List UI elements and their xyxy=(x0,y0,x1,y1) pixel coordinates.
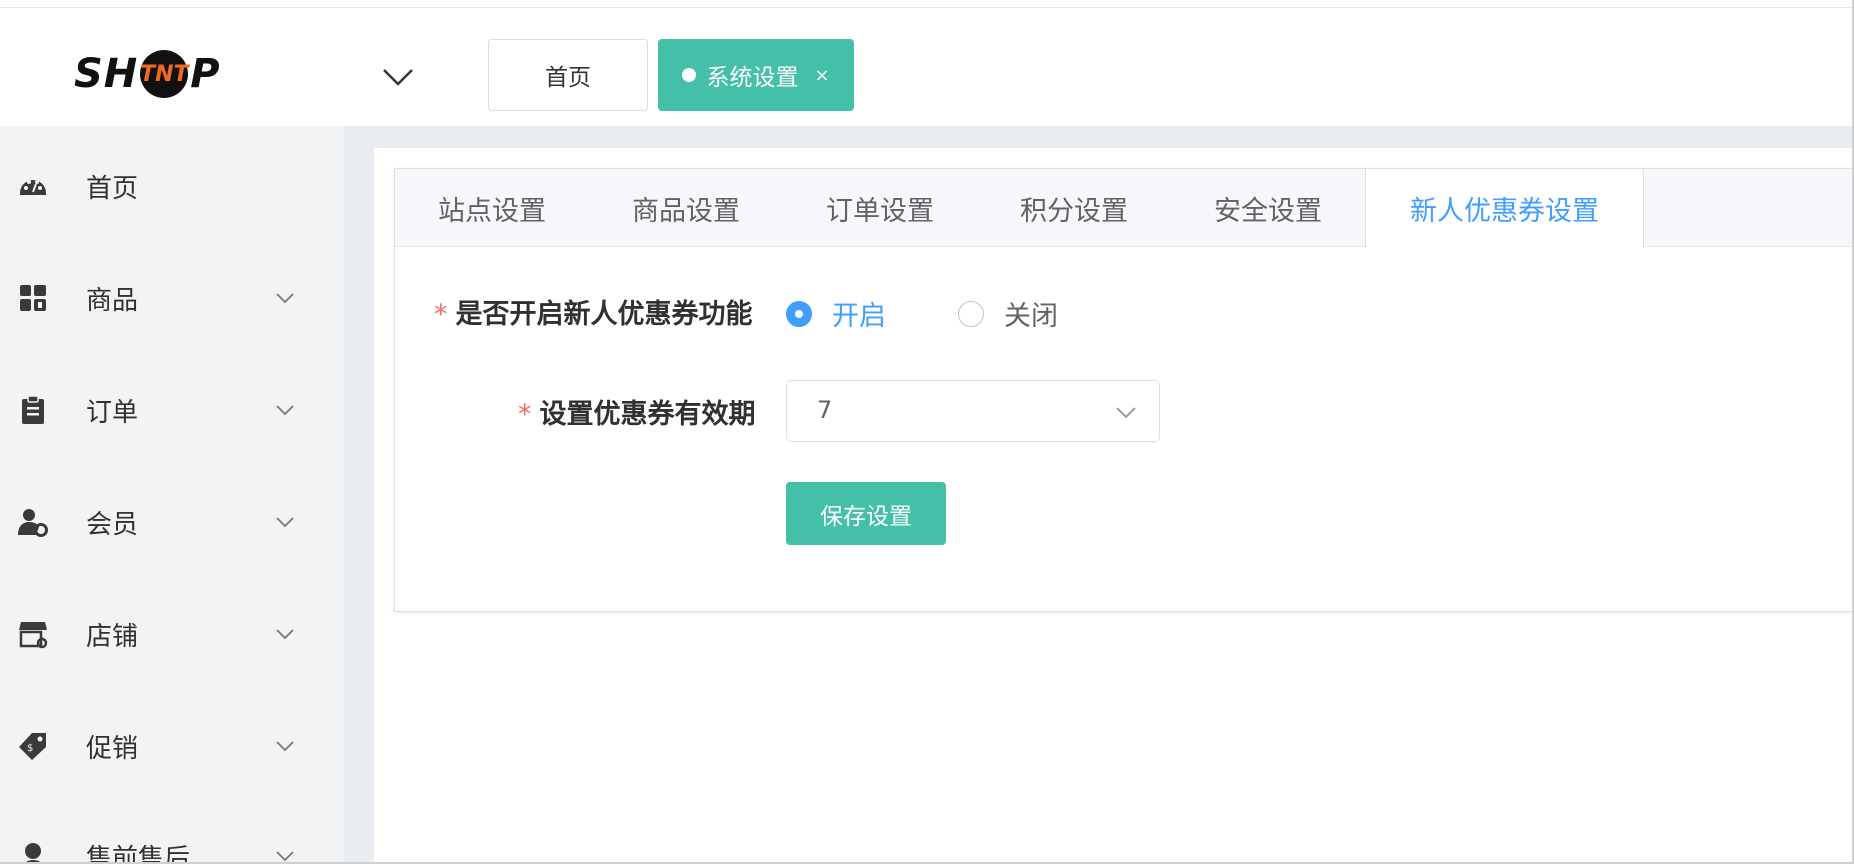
required-mark: * xyxy=(518,399,532,430)
brand-logo: SH TNT P xyxy=(74,50,221,98)
sidebar-item-members-label: 会员 xyxy=(86,509,139,540)
svg-text:$: $ xyxy=(27,743,33,754)
enable-coupon-label: * 是否开启新人优惠券功能 xyxy=(434,292,753,331)
dashboard-icon xyxy=(20,180,46,195)
sidebar-item-home-label: 首页 xyxy=(86,173,139,204)
clipboard-icon xyxy=(22,395,44,424)
tab-site-settings[interactable]: 站点设置 xyxy=(395,169,589,247)
tag-icon: $ xyxy=(19,733,46,760)
chevron-down-icon xyxy=(276,405,294,416)
window-top-border xyxy=(0,0,1854,8)
tag-home[interactable]: 首页 xyxy=(488,39,648,111)
goods-icon xyxy=(20,285,46,311)
sidebar-item-goods[interactable]: 商品 xyxy=(0,268,344,328)
logo-circle: TNT xyxy=(140,50,189,98)
validity-label: * 设置优惠券有效期 xyxy=(518,392,756,431)
top-header: SH TNT P 首页 系统设置 × xyxy=(0,8,1852,126)
settings-tabs: 站点设置 商品设置 订单设置 积分设置 安全设置 新人优惠券设置 xyxy=(395,169,1854,248)
chevron-down-icon xyxy=(276,293,294,304)
support-icon xyxy=(25,843,41,862)
tab-security-settings[interactable]: 安全设置 xyxy=(1171,169,1365,247)
radio-enable-off[interactable]: 关闭 xyxy=(958,294,1058,333)
logo-suffix: P xyxy=(190,51,221,97)
sidebar-item-promotion[interactable]: $ 促销 xyxy=(0,716,344,776)
radio-enable-on-label: 开启 xyxy=(832,301,886,332)
radio-checked-icon xyxy=(786,300,812,327)
enable-coupon-label-text: 是否开启新人优惠券功能 xyxy=(455,299,753,330)
radio-enable-on[interactable]: 开启 xyxy=(786,294,886,333)
tab-points-settings[interactable]: 积分设置 xyxy=(977,169,1171,247)
sidebar-item-orders[interactable]: 订单 xyxy=(0,380,344,440)
tab-new-user-coupon-settings[interactable]: 新人优惠券设置 xyxy=(1365,169,1644,248)
chevron-down-icon xyxy=(276,741,294,752)
logo-prefix: SH xyxy=(74,51,139,97)
tag-home-label: 首页 xyxy=(545,65,591,91)
validity-select[interactable]: 7 xyxy=(786,380,1160,442)
sidebar-item-promotion-label: 促销 xyxy=(86,733,139,764)
radio-unchecked-icon xyxy=(958,300,984,327)
tab-goods-settings[interactable]: 商品设置 xyxy=(589,169,783,247)
validity-label-text: 设置优惠券有效期 xyxy=(539,399,756,430)
chevron-down-icon xyxy=(276,851,294,862)
sidebar-item-store[interactable]: 店铺 xyxy=(0,604,344,664)
sidebar-collapse-button[interactable] xyxy=(378,58,418,94)
sidebar-item-goods-label: 商品 xyxy=(86,285,139,316)
sidebar-item-support[interactable]: 售前售后 xyxy=(0,826,344,862)
store-icon xyxy=(19,622,48,649)
tag-system-settings[interactable]: 系统设置 × xyxy=(658,39,854,111)
close-icon[interactable]: × xyxy=(814,65,829,86)
save-settings-button[interactable]: 保存设置 xyxy=(786,482,946,545)
chevron-down-icon xyxy=(1116,407,1136,419)
chevron-down-icon xyxy=(383,69,413,86)
tab-order-settings[interactable]: 订单设置 xyxy=(783,169,977,247)
logo-middle: TNT xyxy=(140,62,189,87)
sidebar: 首页 商品 订单 会员 店铺 $ 促销 售前售后 xyxy=(0,126,344,862)
sidebar-item-members[interactable]: 会员 xyxy=(0,492,344,552)
chevron-down-icon xyxy=(276,517,294,528)
tag-system-settings-label: 系统设置 xyxy=(706,65,799,91)
member-icon xyxy=(18,509,48,537)
sidebar-item-support-label: 售前售后 xyxy=(86,843,191,863)
chevron-down-icon xyxy=(276,629,294,640)
radio-enable-off-label: 关闭 xyxy=(1004,301,1058,332)
sidebar-item-home[interactable]: 首页 xyxy=(0,156,344,216)
sidebar-item-orders-label: 订单 xyxy=(86,397,139,428)
required-mark: * xyxy=(434,299,448,330)
active-dot-icon xyxy=(682,68,697,82)
sidebar-item-store-label: 店铺 xyxy=(86,621,139,652)
validity-select-value: 7 xyxy=(817,396,833,424)
